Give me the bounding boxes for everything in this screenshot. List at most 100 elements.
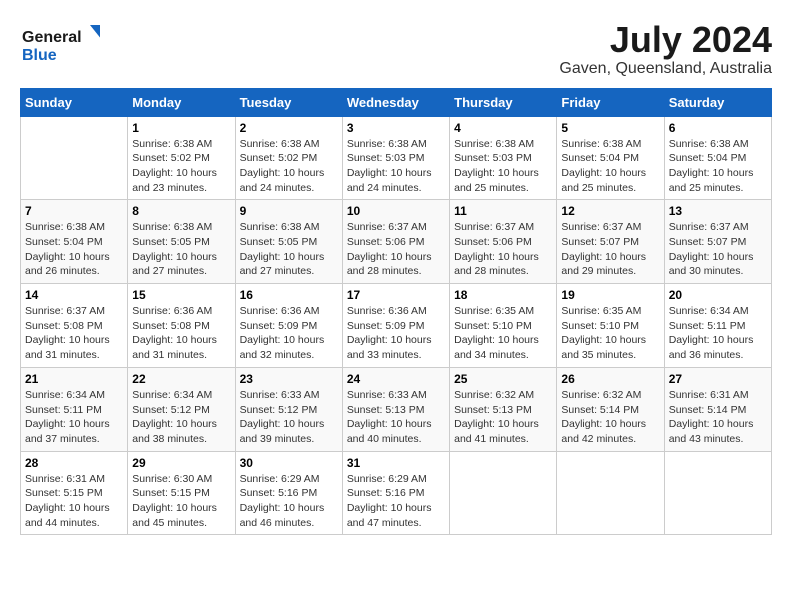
day-number: 27 <box>669 372 767 386</box>
day-info: Sunrise: 6:31 AM Sunset: 5:14 PM Dayligh… <box>669 388 767 447</box>
day-number: 30 <box>240 456 338 470</box>
calendar-cell: 7 Sunrise: 6:38 AM Sunset: 5:04 PM Daylig… <box>21 200 128 284</box>
calendar-cell: 6 Sunrise: 6:38 AM Sunset: 5:04 PM Daylig… <box>664 116 771 200</box>
day-info: Sunrise: 6:37 AM Sunset: 5:06 PM Dayligh… <box>347 220 445 279</box>
day-info: Sunrise: 6:34 AM Sunset: 5:11 PM Dayligh… <box>25 388 123 447</box>
logo: General Blue <box>20 20 100 65</box>
day-of-week-header: Tuesday <box>235 88 342 116</box>
calendar-cell: 12 Sunrise: 6:37 AM Sunset: 5:07 PM Dayli… <box>557 200 664 284</box>
day-number: 26 <box>561 372 659 386</box>
calendar-cell: 15 Sunrise: 6:36 AM Sunset: 5:08 PM Dayli… <box>128 284 235 368</box>
day-info: Sunrise: 6:37 AM Sunset: 5:08 PM Dayligh… <box>25 304 123 363</box>
calendar-cell: 20Sunrise: 6:34 AM Sunset: 5:11 PM Dayli… <box>664 284 771 368</box>
day-number: 20 <box>669 288 767 302</box>
day-number: 3 <box>347 121 445 135</box>
day-number: 5 <box>561 121 659 135</box>
day-of-week-header: Friday <box>557 88 664 116</box>
calendar-cell: 26 Sunrise: 6:32 AM Sunset: 5:14 PM Dayli… <box>557 367 664 451</box>
day-info: Sunrise: 6:32 AM Sunset: 5:14 PM Dayligh… <box>561 388 659 447</box>
calendar-cell: 1 Sunrise: 6:38 AM Sunset: 5:02 PM Daylig… <box>128 116 235 200</box>
day-number: 15 <box>132 288 230 302</box>
day-info: Sunrise: 6:36 AM Sunset: 5:08 PM Dayligh… <box>132 304 230 363</box>
day-info: Sunrise: 6:34 AM Sunset: 5:12 PM Dayligh… <box>132 388 230 447</box>
day-number: 24 <box>347 372 445 386</box>
calendar-cell: 19 Sunrise: 6:35 AM Sunset: 5:10 PM Dayli… <box>557 284 664 368</box>
calendar: SundayMondayTuesdayWednesdayThursdayFrid… <box>20 88 772 536</box>
day-number: 1 <box>132 121 230 135</box>
day-number: 19 <box>561 288 659 302</box>
day-info: Sunrise: 6:37 AM Sunset: 5:07 PM Dayligh… <box>669 220 767 279</box>
calendar-cell: 11 Sunrise: 6:37 AM Sunset: 5:06 PM Dayli… <box>450 200 557 284</box>
day-info: Sunrise: 6:32 AM Sunset: 5:13 PM Dayligh… <box>454 388 552 447</box>
calendar-cell: 5 Sunrise: 6:38 AM Sunset: 5:04 PM Daylig… <box>557 116 664 200</box>
day-number: 17 <box>347 288 445 302</box>
calendar-header: SundayMondayTuesdayWednesdayThursdayFrid… <box>21 88 772 116</box>
day-info: Sunrise: 6:38 AM Sunset: 5:04 PM Dayligh… <box>561 137 659 196</box>
calendar-cell: 2Sunrise: 6:38 AM Sunset: 5:02 PM Daylig… <box>235 116 342 200</box>
day-of-week-header: Thursday <box>450 88 557 116</box>
day-number: 18 <box>454 288 552 302</box>
day-number: 7 <box>25 204 123 218</box>
day-of-week-header: Sunday <box>21 88 128 116</box>
calendar-cell: 29 Sunrise: 6:30 AM Sunset: 5:15 PM Dayli… <box>128 451 235 535</box>
calendar-cell: 8Sunrise: 6:38 AM Sunset: 5:05 PM Daylig… <box>128 200 235 284</box>
day-info: Sunrise: 6:38 AM Sunset: 5:03 PM Dayligh… <box>454 137 552 196</box>
calendar-cell <box>21 116 128 200</box>
day-info: Sunrise: 6:36 AM Sunset: 5:09 PM Dayligh… <box>347 304 445 363</box>
day-number: 28 <box>25 456 123 470</box>
day-info: Sunrise: 6:38 AM Sunset: 5:04 PM Dayligh… <box>669 137 767 196</box>
calendar-cell: 31Sunrise: 6:29 AM Sunset: 5:16 PM Dayli… <box>342 451 449 535</box>
day-number: 22 <box>132 372 230 386</box>
day-number: 12 <box>561 204 659 218</box>
month-title: July 2024 <box>559 20 772 60</box>
day-number: 4 <box>454 121 552 135</box>
day-info: Sunrise: 6:37 AM Sunset: 5:06 PM Dayligh… <box>454 220 552 279</box>
day-info: Sunrise: 6:33 AM Sunset: 5:13 PM Dayligh… <box>347 388 445 447</box>
calendar-cell: 23 Sunrise: 6:33 AM Sunset: 5:12 PM Dayli… <box>235 367 342 451</box>
calendar-cell: 16Sunrise: 6:36 AM Sunset: 5:09 PM Dayli… <box>235 284 342 368</box>
day-info: Sunrise: 6:35 AM Sunset: 5:10 PM Dayligh… <box>561 304 659 363</box>
calendar-cell: 17 Sunrise: 6:36 AM Sunset: 5:09 PM Dayli… <box>342 284 449 368</box>
calendar-cell: 14 Sunrise: 6:37 AM Sunset: 5:08 PM Dayli… <box>21 284 128 368</box>
day-number: 31 <box>347 456 445 470</box>
day-info: Sunrise: 6:31 AM Sunset: 5:15 PM Dayligh… <box>25 472 123 531</box>
day-of-week-header: Wednesday <box>342 88 449 116</box>
day-number: 14 <box>25 288 123 302</box>
calendar-cell: 9Sunrise: 6:38 AM Sunset: 5:05 PM Daylig… <box>235 200 342 284</box>
location-title: Gaven, Queensland, Australia <box>559 60 772 78</box>
calendar-cell: 21 Sunrise: 6:34 AM Sunset: 5:11 PM Dayli… <box>21 367 128 451</box>
calendar-cell: 27 Sunrise: 6:31 AM Sunset: 5:14 PM Dayli… <box>664 367 771 451</box>
day-number: 23 <box>240 372 338 386</box>
calendar-cell: 24 Sunrise: 6:33 AM Sunset: 5:13 PM Dayli… <box>342 367 449 451</box>
calendar-cell: 10 Sunrise: 6:37 AM Sunset: 5:06 PM Dayli… <box>342 200 449 284</box>
day-info: Sunrise: 6:38 AM Sunset: 5:02 PM Dayligh… <box>240 137 338 196</box>
calendar-cell: 30Sunrise: 6:29 AM Sunset: 5:16 PM Dayli… <box>235 451 342 535</box>
day-number: 29 <box>132 456 230 470</box>
day-info: Sunrise: 6:38 AM Sunset: 5:05 PM Dayligh… <box>132 220 230 279</box>
day-info: Sunrise: 6:33 AM Sunset: 5:12 PM Dayligh… <box>240 388 338 447</box>
calendar-cell: 3Sunrise: 6:38 AM Sunset: 5:03 PM Daylig… <box>342 116 449 200</box>
day-number: 21 <box>25 372 123 386</box>
day-info: Sunrise: 6:30 AM Sunset: 5:15 PM Dayligh… <box>132 472 230 531</box>
calendar-cell: 18Sunrise: 6:35 AM Sunset: 5:10 PM Dayli… <box>450 284 557 368</box>
day-of-week-header: Monday <box>128 88 235 116</box>
day-number: 11 <box>454 204 552 218</box>
day-info: Sunrise: 6:38 AM Sunset: 5:05 PM Dayligh… <box>240 220 338 279</box>
day-info: Sunrise: 6:38 AM Sunset: 5:04 PM Dayligh… <box>25 220 123 279</box>
calendar-cell <box>664 451 771 535</box>
calendar-cell <box>557 451 664 535</box>
day-number: 25 <box>454 372 552 386</box>
day-info: Sunrise: 6:38 AM Sunset: 5:02 PM Dayligh… <box>132 137 230 196</box>
logo-svg: General Blue <box>20 20 100 65</box>
calendar-cell <box>450 451 557 535</box>
svg-text:General: General <box>22 29 82 46</box>
title-area: July 2024 Gaven, Queensland, Australia <box>559 20 772 78</box>
calendar-cell: 4 Sunrise: 6:38 AM Sunset: 5:03 PM Daylig… <box>450 116 557 200</box>
svg-text:Blue: Blue <box>22 47 57 64</box>
calendar-cell: 25 Sunrise: 6:32 AM Sunset: 5:13 PM Dayli… <box>450 367 557 451</box>
day-number: 16 <box>240 288 338 302</box>
calendar-cell: 22 Sunrise: 6:34 AM Sunset: 5:12 PM Dayli… <box>128 367 235 451</box>
day-number: 10 <box>347 204 445 218</box>
day-info: Sunrise: 6:37 AM Sunset: 5:07 PM Dayligh… <box>561 220 659 279</box>
day-number: 6 <box>669 121 767 135</box>
